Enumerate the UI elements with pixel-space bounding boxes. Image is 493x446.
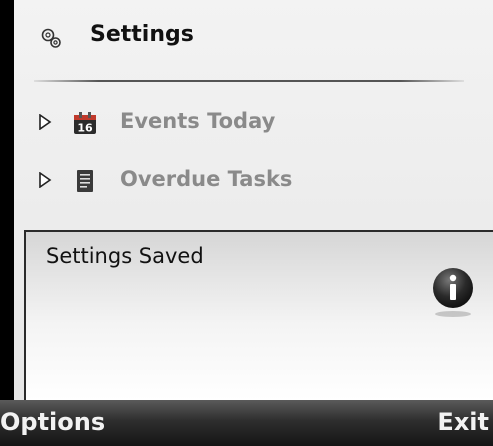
settings-screen: Settings 16 Events Today Overdue Tasks S…	[14, 0, 493, 400]
list-item-label: Events Today	[120, 109, 276, 133]
header-divider	[34, 80, 464, 82]
list-item-events-today[interactable]: 16 Events Today	[14, 103, 493, 143]
softkey-bar: Options Exit	[0, 400, 493, 446]
expand-arrow-icon[interactable]	[38, 172, 52, 188]
notepad-icon	[77, 170, 93, 192]
gear-icon	[41, 28, 61, 48]
exit-softkey[interactable]: Exit	[437, 408, 489, 436]
list-item-overdue-tasks[interactable]: Overdue Tasks	[14, 161, 493, 201]
info-icon	[433, 268, 473, 317]
options-softkey[interactable]: Options	[0, 408, 105, 436]
page-title: Settings	[90, 22, 194, 47]
expand-arrow-icon[interactable]	[38, 114, 52, 130]
header: Settings	[14, 0, 493, 82]
info-note: Settings Saved	[24, 230, 493, 400]
list-item-label: Overdue Tasks	[120, 167, 293, 191]
calendar-day: 16	[77, 122, 93, 135]
calendar-icon: 16	[74, 112, 96, 135]
note-message: Settings Saved	[46, 244, 204, 268]
